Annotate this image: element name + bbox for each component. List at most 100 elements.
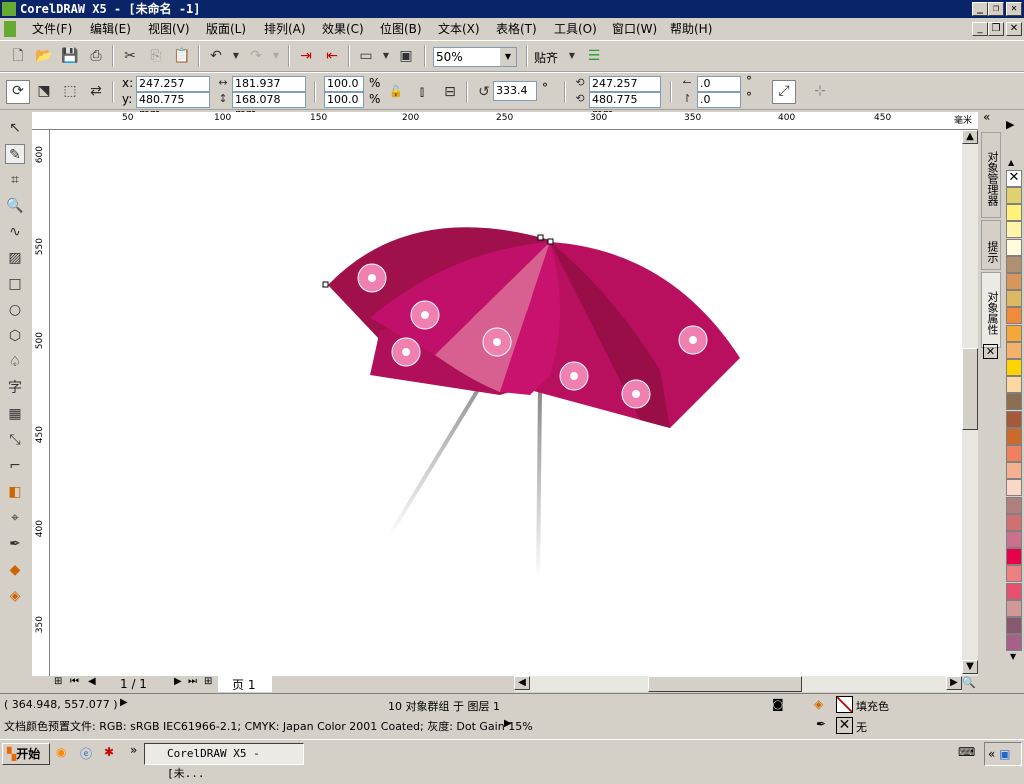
align-icon[interactable]: ⫾ [412,82,432,102]
vertical-scrollbar[interactable]: ▲ ▼ [962,130,978,676]
color-swatch[interactable] [1006,238,1022,256]
save-icon[interactable]: 💾 [60,46,80,66]
add-page-icon[interactable]: ⊞ [54,676,62,687]
no-color-swatch[interactable]: ✕ [1006,170,1022,187]
scroll-thumb[interactable] [648,676,802,692]
selection-node[interactable] [322,281,329,288]
snap-dropdown-icon[interactable]: ▼ [562,46,582,66]
docker-tab-object-manager[interactable]: 对象管理器 [981,132,1001,218]
add-page-end-icon[interactable]: ⊞ [204,676,212,687]
doc-minimize-button[interactable]: _ [972,22,988,36]
scale-x-input[interactable]: 100.0 [324,76,364,92]
minimize-button[interactable]: _ [972,2,988,16]
palette-scroll-down-icon[interactable]: ▼ [1010,652,1016,661]
skew-v-input[interactable]: .0 [697,92,741,108]
color-swatch[interactable] [1006,513,1022,531]
collapse-docker-icon[interactable]: « [983,110,990,124]
height-input[interactable]: 168.078 mm [232,92,306,120]
restore-button[interactable]: ❐ [988,2,1004,16]
relative-transform-icon[interactable]: ⤢ [772,80,796,104]
smart-fill-icon[interactable]: ▨ [5,248,25,268]
crop-tool-icon[interactable]: ⌗ [5,170,25,190]
polygon-tool-icon[interactable]: ⬡ [5,326,25,346]
ie-icon[interactable]: ⓔ [80,745,92,762]
close-button[interactable]: ✕ [1006,2,1022,16]
redo-icon[interactable]: ↷ [246,46,266,66]
umbrella-drawing[interactable] [50,130,962,676]
shape-tool-icon[interactable]: ✎ [5,144,25,164]
text-tool-icon[interactable]: 字 [5,378,25,398]
color-swatch[interactable] [1006,273,1022,290]
color-swatch[interactable] [1006,427,1022,445]
expand-arrow-icon[interactable]: ▶ [120,697,128,708]
quicklaunch-icon[interactable]: ✱ [104,745,114,759]
color-swatch[interactable] [1006,290,1022,308]
x-position-input[interactable]: 247.257 mm [136,76,210,104]
tray-expand-icon[interactable]: « [988,747,995,761]
menu-help[interactable]: 帮助(H) [670,18,712,40]
selection-node[interactable] [547,238,554,245]
color-proof-icon[interactable]: ◙ [772,697,784,711]
menu-text[interactable]: 文本(X) [438,18,480,40]
zoom-level-select[interactable]: 50% ▼ [433,47,517,67]
menu-effects[interactable]: 效果(C) [322,18,364,40]
menu-file[interactable]: 文件(F) [32,18,72,40]
rotation-center-x-input[interactable]: 247.257 mm [589,76,661,104]
color-swatch[interactable] [1006,565,1022,583]
color-profile-info[interactable]: 文档颜色预置文件: RGB: sRGB IEC61966-2.1; CMYK: … [4,718,533,734]
palette-scroll-up-icon[interactable]: ▲ [1008,158,1014,167]
snap-to-button[interactable]: 贴齐 [534,49,558,66]
more-icon[interactable]: » [130,743,137,757]
eyedropper-icon[interactable]: ⌖ [5,508,25,528]
keyboard-icon[interactable]: ⌨ [958,745,975,759]
width-input[interactable]: 181.937 mm [232,76,306,104]
color-swatch[interactable] [1006,531,1022,548]
color-swatch[interactable] [1006,599,1022,617]
color-swatch[interactable] [1006,445,1022,462]
docker-tab-object-properties[interactable]: 对象属性 [981,272,1001,348]
last-page-icon[interactable]: ⏭ [188,676,197,687]
skew-h-input[interactable]: .0 [697,76,741,92]
mirror-icon[interactable]: ⬔ [34,81,54,101]
print-icon[interactable]: ⎙ [86,46,106,66]
transform-icon[interactable]: ⇄ [86,81,106,101]
chevron-down-icon[interactable]: ▼ [500,48,516,66]
dimension-tool-icon[interactable]: ⤡ [5,430,25,450]
menu-view[interactable]: 视图(V) [148,18,190,40]
network-icon[interactable]: ▣ [999,747,1010,761]
color-swatch[interactable] [1006,410,1022,428]
rectangle-tool-icon[interactable]: □ [5,274,25,294]
horizontal-scrollbar[interactable]: ◀ ▶ [514,676,962,692]
menu-arrange[interactable]: 排列(A) [264,18,306,40]
launcher-dropdown-icon[interactable]: ▼ [376,46,396,66]
color-swatch[interactable] [1006,359,1022,376]
color-swatch[interactable] [1006,634,1022,652]
ellipse-tool-icon[interactable]: ○ [5,300,25,320]
color-swatch[interactable] [1006,617,1022,634]
open-icon[interactable]: 📂 [34,46,54,66]
zoom-navigator-icon[interactable]: 🔍 [962,676,976,689]
outline-swatch[interactable]: ✕ [836,717,853,734]
application-launcher-icon[interactable]: ▭ [356,46,376,66]
blend-tool-icon[interactable]: ◧ [5,482,25,502]
undo-dropdown-icon[interactable]: ▼ [226,46,246,66]
palette-menu-icon[interactable]: ▶ [1006,118,1014,131]
profile-arrow-icon[interactable]: ▶ [504,718,512,729]
new-icon[interactable]: 🗋 [8,46,28,66]
color-swatch[interactable] [1006,204,1022,222]
rotate-mode-icon[interactable]: ⟳ [6,80,30,104]
copy-icon[interactable]: ⎘ [146,46,166,66]
next-page-icon[interactable]: ▶ [174,676,182,687]
color-swatch[interactable] [1006,324,1022,342]
selection-node[interactable] [537,234,544,241]
freehand-tool-icon[interactable]: ∿ [5,222,25,242]
color-swatch[interactable] [1006,307,1022,325]
scale-icon[interactable]: ⬚ [60,81,80,101]
redo-dropdown-icon[interactable]: ▼ [266,46,286,66]
color-swatch[interactable] [1006,479,1022,497]
menu-bitmaps[interactable]: 位图(B) [380,18,422,40]
rotation-angle-input[interactable]: 333.4 [493,81,537,101]
scroll-down-button[interactable]: ▼ [962,660,978,674]
scale-y-input[interactable]: 100.0 [324,92,364,108]
color-swatch[interactable] [1006,187,1022,204]
